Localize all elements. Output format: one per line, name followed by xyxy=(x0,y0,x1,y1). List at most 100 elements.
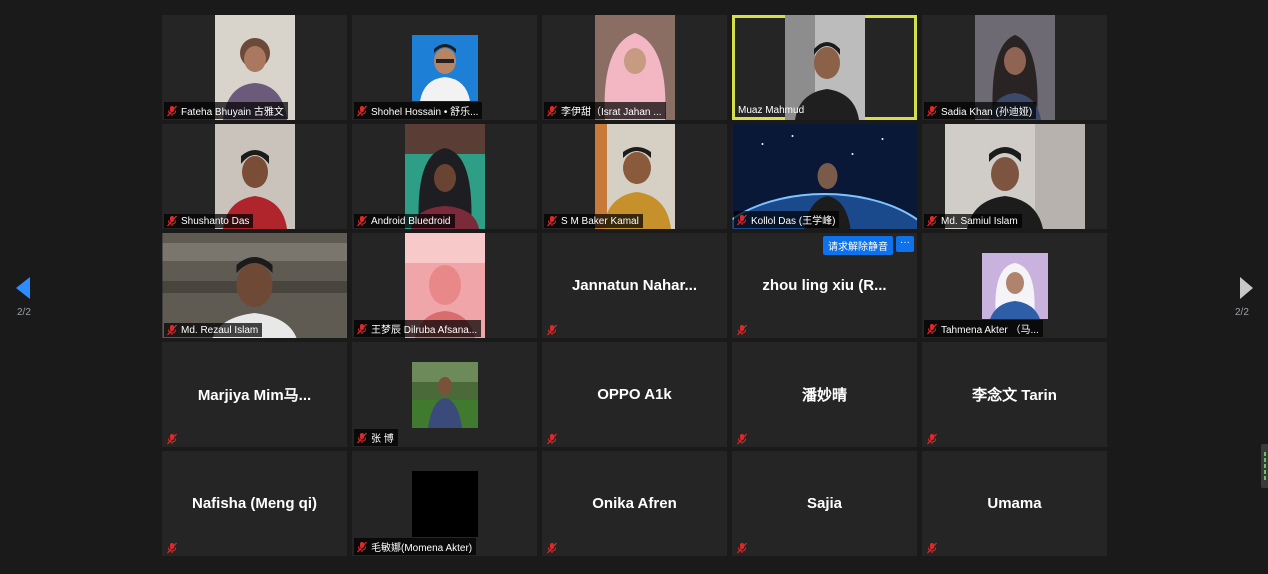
mic-muted-icon xyxy=(926,323,938,335)
participant-tile[interactable]: Sadia Khan (孙迪娅) xyxy=(922,15,1107,120)
more-options-button[interactable]: ··· xyxy=(896,236,914,252)
participant-profile-picture xyxy=(981,253,1048,319)
participant-tile[interactable]: zhou ling xiu (R... 请求解除静音 ··· xyxy=(732,233,917,338)
participant-name: Onika Afren xyxy=(592,495,677,512)
participant-tile[interactable]: Md. Rezaul Islam xyxy=(162,233,347,338)
request-unmute-button[interactable]: 请求解除静音 xyxy=(823,236,893,255)
mic-muted-icon xyxy=(166,324,178,336)
participant-tile[interactable]: 张 博 xyxy=(352,342,537,447)
participant-tile[interactable]: S M Baker Kamal xyxy=(542,124,727,229)
participant-tile[interactable]: Android Bluedroid xyxy=(352,124,537,229)
participant-tile[interactable]: Onika Afren xyxy=(542,451,727,556)
participant-name: 李念文 Tarin xyxy=(972,387,1057,404)
participant-name: Jannatun Nahar... xyxy=(571,277,698,294)
participant-name-tag: 张 博 xyxy=(354,429,398,446)
participant-name: Umama xyxy=(987,495,1042,512)
participant-name-tag: 王梦辰 Dilruba Afsana... xyxy=(354,320,482,337)
participant-name: Nafisha (Meng qi) xyxy=(191,495,317,512)
participant-name-tag: Fateha Bhuyain 古雅文 xyxy=(164,102,288,119)
participant-tile[interactable]: Nafisha (Meng qi) xyxy=(162,451,347,556)
participant-name-tag: Android Bluedroid xyxy=(354,214,455,228)
participant-name-tag: Shohel Hossain • 舒乐... xyxy=(354,102,483,119)
participant-name-tag: Md. Rezaul Islam xyxy=(164,323,263,337)
participant-tile[interactable]: Sajia xyxy=(732,451,917,556)
participant-tile[interactable]: Umama xyxy=(922,451,1107,556)
participant-name-tag: Tahmena Akter （马... xyxy=(924,320,1043,337)
participant-tile[interactable]: 毛敏娜(Momena Akter) xyxy=(352,451,537,556)
participant-name-tag: Sadia Khan (孙迪娅) xyxy=(924,102,1037,119)
mic-muted-icon xyxy=(736,323,748,335)
participant-name-tag: Md. Samiul Islam xyxy=(924,214,1022,228)
participant-name: Android Bluedroid xyxy=(371,215,451,227)
participant-tile[interactable]: Md. Samiul Islam xyxy=(922,124,1107,229)
participant-name-tag: S M Baker Kamal xyxy=(544,214,643,228)
participant-name-tag: Muaz Mahmud xyxy=(736,104,808,117)
mic-muted-icon xyxy=(546,105,558,117)
participant-tile[interactable]: Kollol Das (王学峰) xyxy=(732,124,917,229)
mic-muted-icon xyxy=(166,541,178,553)
participant-tile[interactable]: 王梦辰 Dilruba Afsana... xyxy=(352,233,537,338)
participant-name-tag: Kollol Das (王学峰) xyxy=(734,211,840,228)
participant-tile[interactable]: Jannatun Nahar... xyxy=(542,233,727,338)
mic-muted-icon xyxy=(926,215,938,227)
participant-profile-picture xyxy=(411,362,478,428)
mic-muted-icon xyxy=(356,105,368,117)
participant-tile[interactable]: Marjiya Mim马... xyxy=(162,342,347,447)
participant-tile[interactable]: OPPO A1k xyxy=(542,342,727,447)
participant-name: 潘妙晴 xyxy=(801,387,847,404)
participant-video xyxy=(411,35,478,101)
participant-gallery: Fateha Bhuyain 古雅文 Shohel Hossain • 舒乐..… xyxy=(162,15,1107,556)
mic-muted-icon xyxy=(166,432,178,444)
participant-name: Md. Rezaul Islam xyxy=(181,324,259,336)
participant-name: Sajia xyxy=(806,495,843,512)
participant-tile[interactable]: Shushanto Das xyxy=(162,124,347,229)
mic-muted-icon xyxy=(736,432,748,444)
next-page-arrow-icon[interactable] xyxy=(1236,276,1256,300)
mic-muted-icon xyxy=(356,541,368,553)
participant-tile[interactable]: Tahmena Akter （马... xyxy=(922,233,1107,338)
page-indicator-left: 2/2 xyxy=(17,307,31,318)
mic-muted-icon xyxy=(356,323,368,335)
participant-name: Shushanto Das xyxy=(181,215,250,227)
participant-tile[interactable]: 李伊甜（Israt Jahan ... xyxy=(542,15,727,120)
participant-tile[interactable]: Shohel Hossain • 舒乐... xyxy=(352,15,537,120)
participant-name: Shohel Hossain • 舒乐... xyxy=(371,107,479,118)
participant-name: 王梦辰 Dilruba Afsana... xyxy=(371,325,478,336)
participant-name: Md. Samiul Islam xyxy=(941,215,1018,227)
participant-name: Sadia Khan (孙迪娅) xyxy=(941,107,1033,118)
participant-tile[interactable]: 李念文 Tarin xyxy=(922,342,1107,447)
participant-name-tag: 李伊甜（Israt Jahan ... xyxy=(544,102,666,119)
participant-name-tag: Shushanto Das xyxy=(164,214,254,228)
participant-name: S M Baker Kamal xyxy=(561,215,639,227)
participant-profile-picture xyxy=(411,471,478,537)
participant-name: Fateha Bhuyain 古雅文 xyxy=(181,107,284,118)
mic-muted-icon xyxy=(356,215,368,227)
participant-name: Kollol Das (王学峰) xyxy=(751,216,836,227)
mic-muted-icon xyxy=(926,105,938,117)
participant-tile[interactable]: 潘妙晴 xyxy=(732,342,917,447)
participant-name: 张 博 xyxy=(371,434,394,445)
mic-muted-icon xyxy=(546,323,558,335)
participant-name: Muaz Mahmud xyxy=(738,105,805,116)
mic-muted-icon xyxy=(546,215,558,227)
participant-name: OPPO A1k xyxy=(597,386,672,403)
participant-name-tag: 毛敏娜(Momena Akter) xyxy=(354,538,477,555)
audio-level-handle[interactable] xyxy=(1261,444,1268,488)
participant-tile[interactable]: Fateha Bhuyain 古雅文 xyxy=(162,15,347,120)
mic-muted-icon xyxy=(736,541,748,553)
mic-muted-icon xyxy=(926,432,938,444)
active-speaker-tile[interactable]: Muaz Mahmud xyxy=(732,15,917,120)
participant-name: Marjiya Mim马... xyxy=(197,387,312,404)
mic-muted-icon xyxy=(166,215,178,227)
mic-muted-icon xyxy=(166,105,178,117)
mic-muted-icon xyxy=(736,214,748,226)
participant-name: Tahmena Akter （马... xyxy=(941,325,1039,336)
participant-name: 李伊甜（Israt Jahan ... xyxy=(561,107,662,118)
previous-page-arrow-icon[interactable] xyxy=(14,276,34,300)
mic-muted-icon xyxy=(546,541,558,553)
mic-muted-icon xyxy=(546,432,558,444)
mic-muted-icon xyxy=(356,432,368,444)
participant-name: 毛敏娜(Momena Akter) xyxy=(371,543,473,554)
mic-muted-icon xyxy=(926,541,938,553)
page-indicator-right: 2/2 xyxy=(1235,307,1249,318)
